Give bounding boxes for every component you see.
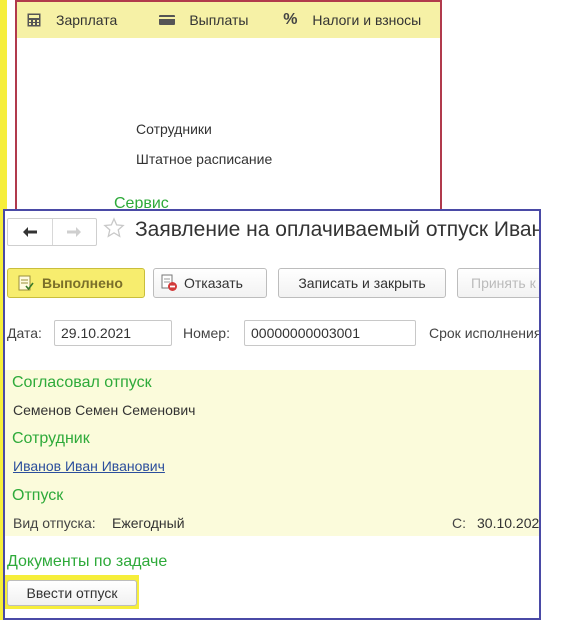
menu-item-taxes[interactable]: % Налоги и взносы bbox=[282, 11, 422, 28]
date-label: Дата: bbox=[7, 325, 42, 341]
vacation-type-value: Ежегодный bbox=[112, 515, 185, 531]
done-button-label: Выполнено bbox=[42, 275, 123, 291]
number-field[interactable]: 00000000003001 bbox=[244, 320, 416, 346]
navigation-buttons bbox=[7, 218, 97, 246]
task-documents-title: Документы по задаче bbox=[7, 553, 168, 570]
link-staff-schedule[interactable]: Штатное расписание bbox=[136, 151, 272, 167]
percent-icon: % bbox=[283, 11, 298, 28]
vacation-start-label: С: bbox=[452, 515, 466, 531]
deadline-label: Срок исполнения bbox=[429, 325, 541, 341]
employee-section-title: Сотрудник bbox=[12, 430, 90, 447]
vacation-start-value: 30.10.2021 bbox=[477, 515, 541, 531]
task-info-panel: Согласовал отпуск Семенов Семен Семенови… bbox=[5, 370, 539, 536]
save-and-close-button[interactable]: Записать и закрыть bbox=[278, 268, 446, 298]
refuse-button[interactable]: Отказать bbox=[153, 268, 267, 298]
employee-link[interactable]: Иванов Иван Иванович bbox=[13, 458, 165, 474]
arrow-left-icon bbox=[22, 227, 37, 237]
form-title: Заявление на оплачиваемый отпуск Иванов bbox=[135, 218, 541, 241]
arrow-right-icon bbox=[67, 227, 82, 237]
done-button[interactable]: Выполнено bbox=[7, 268, 145, 298]
menu-item-label: Налоги и взносы bbox=[312, 12, 422, 28]
date-field[interactable]: 29.10.2021 bbox=[54, 320, 172, 346]
accept-button[interactable]: Принять к bbox=[457, 268, 539, 298]
menu-item-payments[interactable]: Выплаты bbox=[159, 12, 248, 28]
approved-section-title: Согласовал отпуск bbox=[12, 374, 152, 391]
background-window: Зарплата Выплаты % Налоги и взносы Сотру… bbox=[15, 0, 442, 215]
star-icon[interactable] bbox=[103, 217, 125, 242]
approver-name: Семенов Семен Семенович bbox=[13, 402, 196, 418]
refuse-icon bbox=[160, 274, 178, 292]
back-button[interactable] bbox=[8, 219, 52, 245]
task-done-icon bbox=[18, 275, 34, 291]
number-label: Номер: bbox=[183, 325, 230, 341]
section-menu-bar: Зарплата Выплаты % Налоги и взносы bbox=[17, 2, 440, 38]
menu-item-label: Выплаты bbox=[189, 12, 249, 28]
vacation-type-label: Вид отпуска: bbox=[13, 515, 96, 531]
refuse-button-label: Отказать bbox=[184, 275, 243, 291]
menu-item-salary[interactable]: Зарплата bbox=[26, 12, 117, 28]
calculator-icon bbox=[26, 12, 42, 28]
link-employees[interactable]: Сотрудники bbox=[136, 121, 212, 137]
enter-vacation-button[interactable]: Ввести отпуск bbox=[7, 580, 137, 606]
vacation-request-form: Заявление на оплачиваемый отпуск Иванов … bbox=[3, 209, 541, 620]
wallet-icon bbox=[159, 12, 176, 28]
vacation-section-title: Отпуск bbox=[12, 487, 64, 504]
menu-item-label: Зарплата bbox=[56, 12, 118, 28]
forward-button[interactable] bbox=[51, 219, 97, 245]
